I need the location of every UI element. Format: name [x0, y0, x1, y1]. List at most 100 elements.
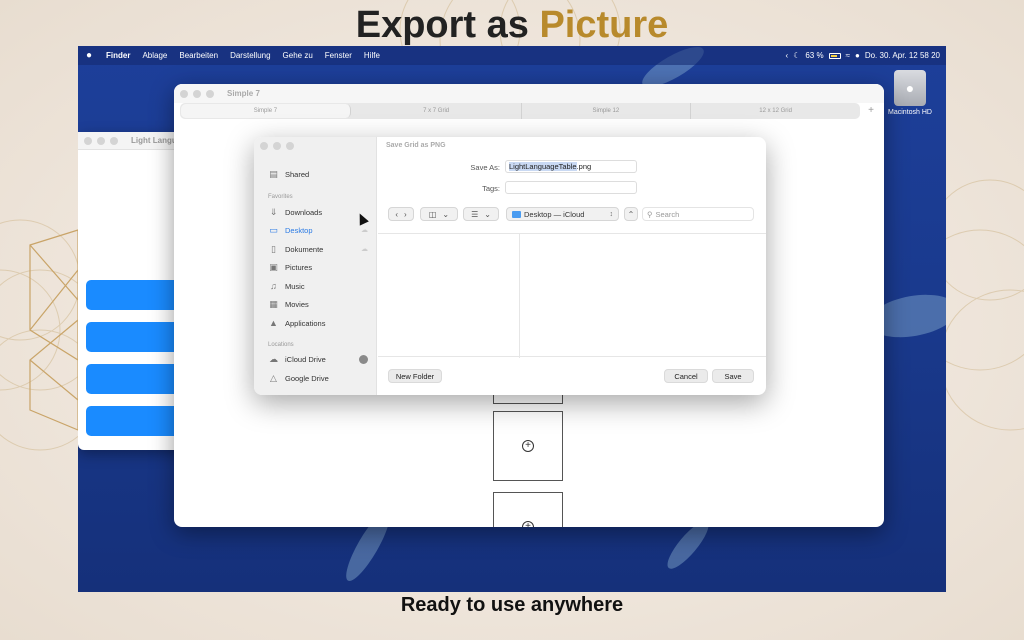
sidebar-item-label: Dokumente: [285, 244, 324, 254]
tab-7x7-grid[interactable]: 7 x 7 Grid: [352, 103, 522, 119]
new-folder-button[interactable]: New Folder: [388, 369, 442, 383]
file-browser[interactable]: [378, 233, 766, 358]
menu-bearbeiten[interactable]: Bearbeiten: [173, 51, 224, 60]
promo-title-main: Export as: [355, 4, 529, 46]
filename-extension: .png: [576, 162, 592, 171]
minimize-button[interactable]: [193, 89, 201, 98]
sidebar-item-pictures[interactable]: ▣ Pictures: [268, 260, 368, 274]
sidebar-item-label: Shared: [285, 169, 310, 179]
sidebar-item-applications[interactable]: ▲ Applications: [268, 316, 368, 330]
filename-field[interactable]: LightLanguageTable.png: [505, 160, 637, 173]
tags-field[interactable]: [505, 181, 637, 194]
grid-cell[interactable]: +: [493, 492, 563, 527]
desktop-icon: ▭: [269, 224, 278, 235]
location-popup[interactable]: Desktop — iCloud ↕: [506, 207, 619, 221]
shared-folder-icon: ▤: [269, 168, 278, 179]
apple-icon[interactable]: ●: [78, 50, 100, 61]
add-circle-icon[interactable]: +: [522, 440, 534, 452]
macintosh-hd-icon[interactable]: ● Macintosh HD: [882, 70, 938, 116]
filename-selected-text: LightLanguageTable: [509, 162, 577, 171]
close-button[interactable]: [84, 136, 92, 145]
chevron-left-icon[interactable]: ‹: [786, 51, 789, 60]
add-tab-button[interactable]: +: [864, 103, 878, 119]
search-placeholder: Search: [655, 209, 680, 219]
add-circle-icon[interactable]: +: [522, 521, 534, 527]
promo-title-accent: Picture: [539, 4, 669, 46]
hard-drive-icon: ●: [894, 70, 926, 106]
battery-icon[interactable]: [828, 52, 841, 59]
sidebar-item-shared[interactable]: ▤ Shared: [268, 167, 368, 181]
menu-ablage[interactable]: Ablage: [136, 51, 173, 60]
tab-simple-12[interactable]: Simple 12: [522, 103, 692, 119]
chevron-down-icon: ⌄: [484, 209, 491, 219]
forward-icon[interactable]: ›: [404, 210, 407, 219]
updown-chevron-icon: ↕: [609, 210, 614, 218]
wifi-icon[interactable]: ≈: [846, 51, 850, 60]
cancel-button[interactable]: Cancel: [664, 369, 708, 383]
menu-bar: ● Finder Ablage Bearbeiten Darstellung G…: [78, 46, 946, 65]
sidebar-item-dokumente[interactable]: ▯ Dokumente ☁: [268, 242, 368, 256]
save-button[interactable]: Save: [712, 369, 754, 383]
close-button[interactable]: [180, 89, 188, 98]
music-icon: ♫: [270, 281, 277, 291]
save-as-label: Save As:: [470, 163, 500, 172]
main-window-title: Simple 7: [227, 89, 260, 98]
folder-icon: [512, 210, 521, 218]
minimize-button[interactable]: [97, 136, 105, 145]
document-icon: ▯: [271, 243, 276, 254]
datetime[interactable]: Do. 30. Apr. 12 58 20: [865, 51, 940, 60]
cloud-icon: ☁: [361, 227, 368, 234]
sidebar-item-desktop[interactable]: ▭ Desktop ☁: [268, 223, 368, 237]
collapse-button[interactable]: ⌃: [624, 207, 638, 221]
grid-cell[interactable]: +: [493, 411, 563, 481]
sidebar-item-label: Applications: [285, 318, 326, 328]
main-window-titlebar: Simple 7: [174, 84, 884, 103]
sidebar-item-icloud-drive[interactable]: ☁ iCloud Drive: [268, 352, 368, 366]
back-icon[interactable]: ‹: [395, 210, 398, 219]
menu-hilfe[interactable]: Hilfe: [358, 51, 386, 60]
column-divider[interactable]: [519, 234, 520, 358]
save-sidebar: ▤ Shared Favorites ⇓ Downloads ▭ Desktop…: [254, 137, 377, 395]
menu-fenster[interactable]: Fenster: [319, 51, 358, 60]
applications-icon: ▲: [269, 318, 278, 328]
sidebar-item-downloads[interactable]: ⇓ Downloads: [268, 205, 368, 219]
chevron-down-icon: ⌄: [442, 209, 450, 219]
control-center-icon[interactable]: ●: [855, 51, 860, 60]
pictures-icon: ▣: [269, 261, 278, 272]
zoom-button[interactable]: [286, 142, 294, 150]
moon-icon[interactable]: ☾: [793, 51, 800, 60]
download-icon: ⇓: [269, 206, 278, 217]
column-view-button[interactable]: ◫ ⌄: [420, 207, 458, 221]
close-button[interactable]: [260, 142, 268, 150]
save-dialog: ▤ Shared Favorites ⇓ Downloads ▭ Desktop…: [254, 137, 766, 395]
sidebar-item-music[interactable]: ♫ Music: [268, 279, 368, 293]
menu-gehe-zu[interactable]: Gehe zu: [277, 51, 319, 60]
sidebar-item-google-drive[interactable]: △ Google Drive: [268, 371, 368, 385]
promo-title: Export as Picture: [0, 4, 1024, 47]
drive-label: Macintosh HD: [888, 109, 932, 116]
columns-icon: ◫: [428, 209, 437, 219]
progress-indicator-icon: [359, 354, 368, 364]
tab-simple-7[interactable]: Simple 7: [181, 104, 351, 118]
save-dialog-title: Save Grid as PNG: [386, 142, 446, 149]
tab-bar: Simple 7 7 x 7 Grid Simple 12 12 x 12 Gr…: [180, 103, 860, 119]
tags-label: Tags:: [482, 184, 500, 193]
search-input[interactable]: ⚲ Search: [642, 207, 754, 221]
zoom-button[interactable]: [206, 89, 214, 98]
location-label: Desktop — iCloud: [524, 209, 585, 219]
sidebar-item-label: Pictures: [285, 262, 313, 272]
sidebar-item-label: iCloud Drive: [285, 354, 326, 364]
zoom-button[interactable]: [110, 136, 118, 145]
promo-subtitle: Ready to use anywhere: [400, 594, 624, 616]
menu-finder[interactable]: Finder: [100, 51, 136, 60]
status-area: ‹ ☾ 63 % ≈ ● Do. 30. Apr. 12 58 20: [786, 51, 946, 60]
sidebar-item-movies[interactable]: ▦ Movies: [268, 297, 368, 311]
minimize-button[interactable]: [273, 142, 281, 150]
group-button[interactable]: ☰ ⌄: [463, 207, 499, 221]
sidebar-item-label: Desktop: [285, 225, 313, 235]
favorites-header: Favorites: [268, 194, 293, 200]
tab-12x12-grid[interactable]: 12 x 12 Grid: [691, 103, 860, 119]
main-window: Simple 7 Simple 7 7 x 7 Grid Simple 12 1…: [174, 84, 884, 527]
menu-darstellung[interactable]: Darstellung: [224, 51, 276, 60]
battery-percent: 63 %: [805, 51, 824, 60]
